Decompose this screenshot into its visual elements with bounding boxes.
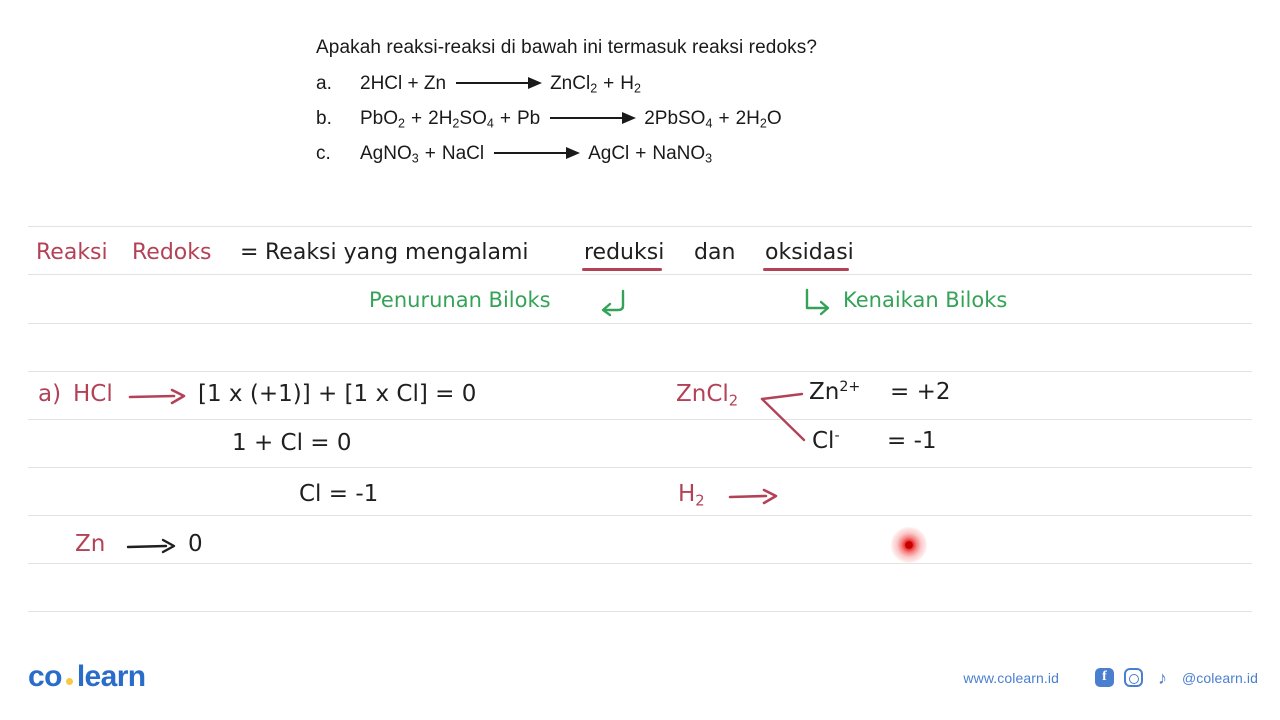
reactants-a: 2HCl + Zn	[360, 73, 447, 94]
hw-word-dan: dan	[694, 240, 736, 265]
hw-zn-label: Zn	[75, 531, 106, 557]
hw-work-line2: 1 + Cl = 0	[232, 430, 352, 456]
instagram-icon[interactable]	[1123, 668, 1143, 687]
reaction-arrow-icon	[550, 112, 637, 124]
plus-sign: +	[411, 108, 423, 129]
hw-annotation-kenaikan: Kenaikan Biloks	[843, 288, 1008, 312]
product-a-1: ZnCl2	[550, 73, 598, 96]
question-item-c: c. AgNO3 + NaCl AgCl + NaNO3	[316, 143, 1116, 165]
equation-b: PbO2 + 2H2SO4 + Pb 2PbSO4 + 2H2O	[360, 108, 782, 130]
item-label-c: c.	[316, 143, 331, 164]
hw-item-label-a: a)	[38, 381, 62, 407]
product-c-1: AgCl	[588, 143, 630, 164]
ruled-line	[28, 515, 1252, 516]
reactant-b-1: PbO2	[360, 108, 406, 131]
tiktok-icon[interactable]: ♪	[1153, 668, 1172, 687]
reactant-c-2: NaCl	[441, 143, 485, 164]
ruled-line	[28, 419, 1252, 420]
item-label-b: b.	[316, 108, 332, 129]
hw-arrow-hcl-icon	[128, 388, 186, 405]
product-c-2: NaNO3	[652, 143, 713, 166]
reaction-arrow-icon	[456, 77, 543, 89]
pointer-cursor-dot[interactable]	[891, 527, 927, 563]
footer-social-handle[interactable]: @colearn.id	[1182, 670, 1258, 686]
logo-text-co: co	[28, 660, 62, 693]
facebook-icon[interactable]: f	[1094, 668, 1114, 687]
hw-zn-value: 0	[188, 531, 203, 557]
equation-c: AgNO3 + NaCl AgCl + NaNO3	[360, 143, 712, 165]
reactant-b-2: 2H2SO4	[428, 108, 494, 131]
ruled-line	[28, 274, 1252, 275]
plus-sign: +	[718, 108, 730, 129]
hw-word-reaksi: Reaksi	[36, 240, 108, 265]
hw-arrow-zn-icon	[126, 538, 176, 554]
underline-oksidasi	[763, 268, 849, 271]
reactant-c-1: AgNO3	[360, 143, 419, 166]
plus-sign: +	[424, 143, 436, 164]
hw-word-redoks: Redoks	[132, 240, 212, 265]
underline-reduksi	[582, 268, 662, 271]
colearn-logo: co learn	[28, 660, 146, 694]
hw-branch-bracket-icon	[760, 392, 806, 442]
hw-zn-ion-value: = +2	[890, 379, 951, 405]
footer-links: www.colearn.id f ♪ @colearn.id	[963, 668, 1258, 687]
hw-equals-sign: =	[240, 240, 259, 265]
hw-formula-h2: H2	[678, 481, 705, 510]
plus-sign: +	[499, 108, 511, 129]
equation-a: 2HCl + Zn ZnCl2 + H2	[360, 73, 641, 95]
hw-definition-phrase: Reaksi yang mengalami	[265, 240, 529, 265]
worksheet-page: Apakah reaksi-reaksi di bawah ini termas…	[0, 0, 1280, 720]
ruled-line	[28, 467, 1252, 468]
hw-annotation-penurunan: Penurunan Biloks	[369, 288, 551, 312]
question-prompt: Apakah reaksi-reaksi di bawah ini termas…	[316, 37, 817, 58]
product-b-1: 2PbSO4	[644, 108, 713, 131]
ruled-line	[28, 611, 1252, 612]
ruled-line	[28, 371, 1252, 372]
question-block: Apakah reaksi-reaksi di bawah ini termas…	[316, 36, 1116, 165]
hw-arrow-h2-icon	[728, 488, 778, 505]
logo-dot-icon	[65, 677, 73, 685]
ruled-line	[28, 323, 1252, 324]
item-label-a: a.	[316, 73, 332, 94]
hw-term-reduksi: reduksi	[584, 240, 665, 265]
plus-sign: +	[635, 143, 647, 164]
question-item-b: b. PbO2 + 2H2SO4 + Pb 2PbSO4 + 2H2O	[316, 108, 1116, 130]
elbow-down-right-arrow-icon	[805, 288, 830, 316]
hw-zn-ion: Zn2+	[809, 379, 861, 405]
reaction-arrow-icon	[494, 147, 581, 159]
hw-work-line3: Cl = -1	[299, 481, 379, 507]
footer-website-url[interactable]: www.colearn.id	[963, 670, 1059, 686]
plus-sign: +	[603, 73, 615, 94]
product-a-2: H2	[620, 73, 641, 96]
product-b-2: 2H2O	[735, 108, 782, 131]
hw-term-oksidasi: oksidasi	[765, 240, 854, 265]
hw-formula-hcl: HCl	[73, 381, 113, 407]
ruled-line	[28, 563, 1252, 564]
logo-text-learn: learn	[76, 660, 146, 693]
hw-cl-ion-value: = -1	[887, 428, 937, 454]
question-item-a: a. 2HCl + Zn ZnCl2 + H2	[316, 73, 1116, 95]
curved-down-left-arrow-icon	[601, 289, 625, 317]
hw-cl-ion: Cl-	[812, 428, 840, 454]
ruled-line	[28, 226, 1252, 227]
reactant-b-3: Pb	[516, 108, 541, 129]
hw-formula-zncl2: ZnCl2	[676, 381, 739, 410]
hw-bracket-expression: [1 x (+1)] + [1 x Cl] = 0	[198, 381, 477, 407]
